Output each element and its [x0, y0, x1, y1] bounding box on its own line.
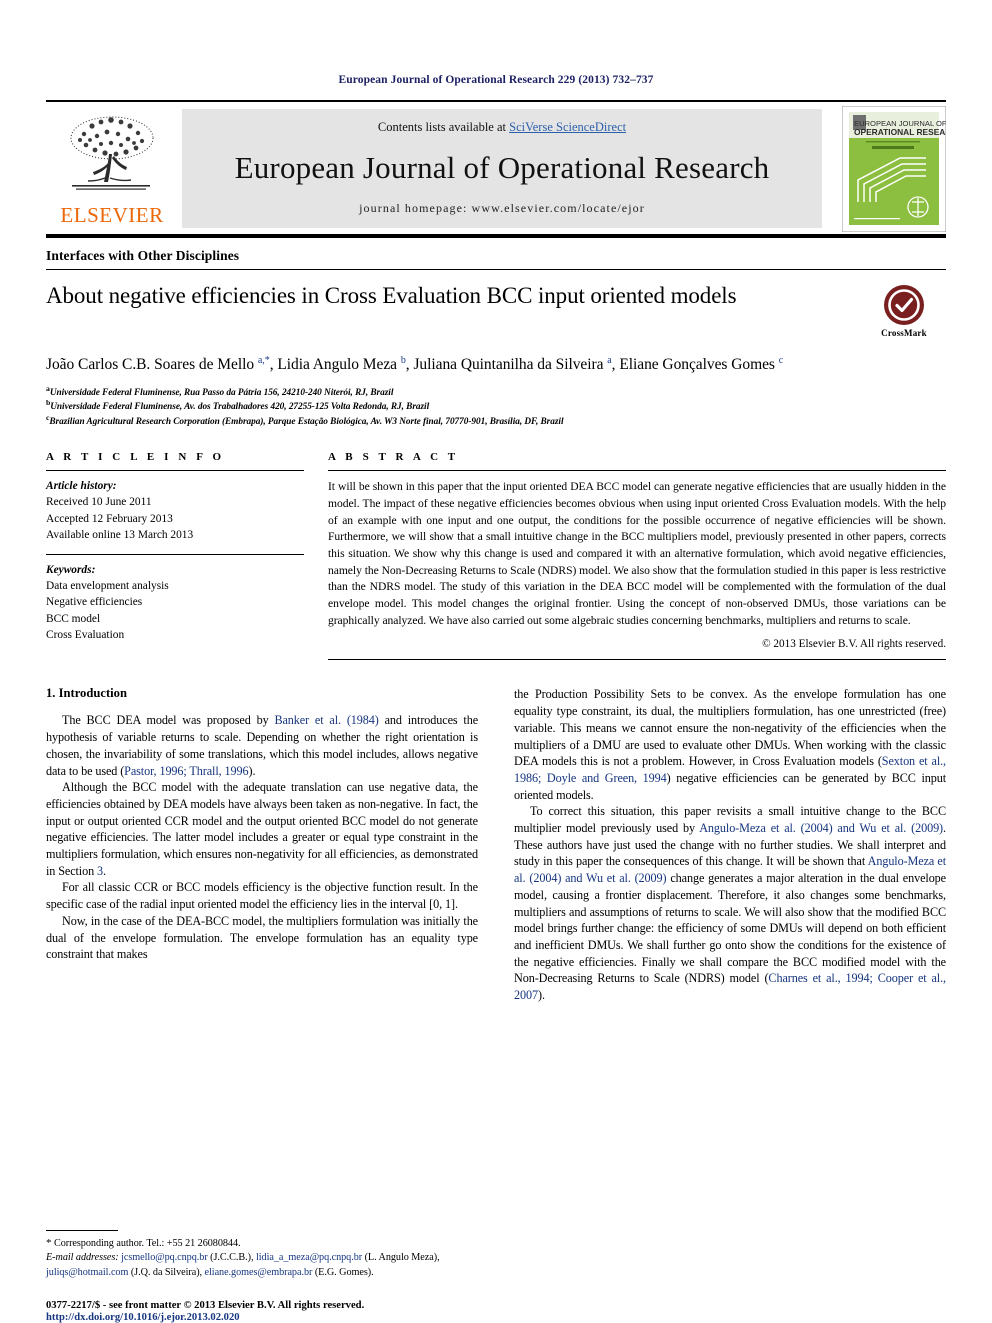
page-title: About negative efficiencies in Cross Eva… — [46, 283, 737, 308]
keyword-item: Cross Evaluation — [46, 628, 125, 641]
article-info-column: A R T I C L E I N F O Article history: R… — [46, 451, 304, 660]
affiliation-a: aUniversidade Federal Fluminense, Rua Pa… — [46, 385, 946, 400]
body-columns: 1. Introduction The BCC DEA model was pr… — [46, 686, 946, 1003]
imprint-copyright: 0377-2217/$ - see front matter © 2013 El… — [46, 1300, 365, 1311]
title-column: About negative efficiencies in Cross Eva… — [46, 282, 862, 311]
keyword-item: Negative efficiencies — [46, 596, 143, 609]
abstract-kicker: A B S T R A C T — [328, 451, 459, 464]
intro-paragraph: To correct this situation, this paper re… — [514, 804, 946, 1003]
elsevier-wordmark: ELSEVIER — [60, 203, 164, 227]
article-info-kicker: A R T I C L E I N F O — [46, 451, 225, 464]
footnote-block: * Corresponding author. Tel.: +55 21 260… — [46, 1229, 464, 1282]
elsevier-logo: ELSEVIER — [46, 109, 178, 228]
article-history-header: Article history: — [46, 480, 117, 493]
abstract-bottom-rule — [328, 659, 946, 661]
elsevier-tree-icon — [70, 116, 154, 190]
journal-masthead: ELSEVIER Contents lists available at Sci… — [46, 100, 946, 232]
journal-title: European Journal of Operational Research — [234, 150, 770, 185]
crossmark-icon — [884, 285, 924, 325]
abstract-column: A B S T R A C T It will be shown in this… — [328, 451, 946, 661]
sciencedirect-link[interactable]: SciVerse ScienceDirect — [509, 120, 626, 134]
abstract-rule — [328, 470, 946, 472]
keywords-header: Keywords: — [46, 563, 96, 576]
intro-paragraph: Now, in the case of the DEA-BCC model, t… — [46, 913, 478, 962]
author-list: João Carlos C.B. Soares de Mello a,*, Li… — [46, 354, 784, 373]
masthead-center: Contents lists available at SciVerse Sci… — [182, 109, 822, 228]
history-accepted: Accepted 12 February 2013 — [46, 512, 173, 525]
imprint-block: 0377-2217/$ - see front matter © 2013 El… — [46, 1300, 486, 1323]
email-addresses-note: E-mail addresses: jcsmello@pq.cnpq.br (J… — [46, 1252, 440, 1279]
journal-homepage[interactable]: journal homepage: www.elsevier.com/locat… — [359, 201, 645, 216]
affiliation-text-a: Universidade Federal Fluminense, Rua Pas… — [49, 388, 394, 398]
masthead-bottom-rule — [46, 234, 946, 238]
keyword-item: Data envelopment analysis — [46, 580, 169, 593]
affiliation-c: cBrazilian Agricultural Research Corpora… — [46, 413, 946, 429]
introduction-heading: 1. Introduction — [46, 686, 127, 701]
svg-text:OPERATIONAL RESEARCH: OPERATIONAL RESEARCH — [854, 127, 946, 137]
doi-link[interactable]: http://dx.doi.org/10.1016/j.ejor.2013.02… — [46, 1312, 486, 1323]
journal-cover-thumbnail: EUROPEAN JOURNAL OF OPERATIONAL RESEARCH — [830, 105, 946, 232]
body-column-right: the Production Possibility Sets to be co… — [514, 686, 946, 1003]
running-head: European Journal of Operational Research… — [338, 74, 654, 86]
history-available-online: Available online 13 March 2013 — [46, 528, 194, 541]
crossmark-badge[interactable]: CrossMark — [862, 284, 946, 338]
contents-prefix: Contents lists available at — [377, 120, 510, 134]
history-received: Received 10 June 2011 — [46, 496, 152, 509]
footnote-rule — [46, 1229, 118, 1231]
corresponding-author-note: * Corresponding author. Tel.: +55 21 260… — [46, 1236, 241, 1249]
abstract-copyright: © 2013 Elsevier B.V. All rights reserved… — [762, 638, 946, 651]
intro-paragraph: Although the BCC model with the adequate… — [46, 780, 478, 878]
journal-cover-image: EUROPEAN JOURNAL OF OPERATIONAL RESEARCH — [842, 105, 946, 232]
article-page: European Journal of Operational Research… — [0, 0, 992, 1323]
section-label-rule — [46, 269, 946, 270]
intro-paragraph: For all classic CCR or BCC models effici… — [46, 880, 478, 912]
body-column-left: 1. Introduction The BCC DEA model was pr… — [46, 686, 478, 1003]
info-abstract-region: A R T I C L E I N F O Article history: R… — [46, 451, 946, 661]
affiliation-b: bUniversidade Federal Fluminense, Av. do… — [46, 399, 946, 414]
keywords-block: Keywords: Data envelopment analysis Nega… — [46, 562, 304, 643]
keyword-item: BCC model — [46, 612, 101, 625]
intro-paragraph: the Production Possibility Sets to be co… — [514, 687, 947, 802]
affiliation-list: aUniversidade Federal Fluminense, Rua Pa… — [46, 385, 946, 429]
article-history-block: Article history: Received 10 June 2011 A… — [46, 478, 304, 543]
abstract-text: It will be shown in this paper that the … — [328, 480, 946, 627]
affiliation-text-c: Brazilian Agricultural Research Corporat… — [49, 416, 564, 427]
affiliation-text-b: Universidade Federal Fluminense, Av. dos… — [50, 402, 430, 413]
intro-paragraph: The BCC DEA model was proposed by Banker… — [46, 713, 479, 778]
title-row: About negative efficiencies in Cross Eva… — [46, 282, 946, 338]
keywords-divider — [46, 553, 304, 555]
contents-available-line: Contents lists available at SciVerse Sci… — [378, 120, 626, 135]
article-section-label: Interfaces with Other Disciplines — [46, 248, 240, 263]
article-info-rule — [46, 470, 304, 472]
crossmark-label: CrossMark — [881, 328, 927, 338]
